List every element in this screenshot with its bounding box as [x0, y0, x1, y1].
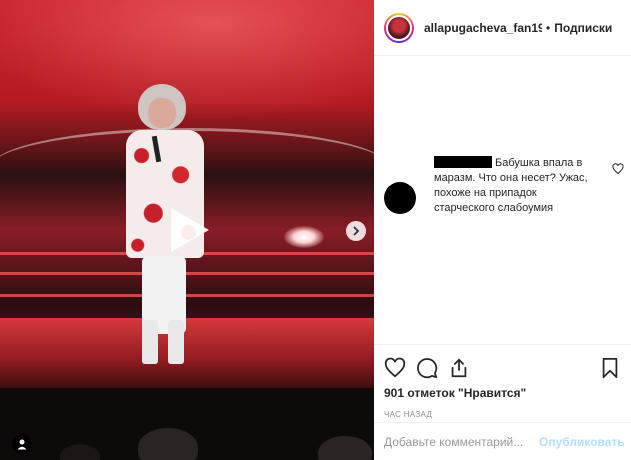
avatar[interactable]	[384, 12, 414, 43]
user-tag-icon[interactable]	[12, 434, 32, 454]
post-panel: allapugacheva_fan194 • Подписки Бабушка …	[374, 0, 631, 460]
comment-icon[interactable]	[416, 357, 438, 379]
post-header: allapugacheva_fan194 • Подписки	[374, 0, 631, 56]
play-icon[interactable]	[163, 204, 213, 256]
username-link[interactable]: allapugacheva_fan194	[424, 21, 542, 35]
following-button[interactable]: Подписки	[554, 21, 612, 35]
audience-head	[318, 436, 372, 460]
share-icon[interactable]	[448, 357, 470, 379]
redacted-username	[434, 156, 492, 168]
post-actions: 901 отметок "Нравится" час назад	[374, 344, 631, 419]
add-comment-bar: Опубликовать	[374, 422, 631, 460]
stage-light	[284, 226, 324, 248]
heart-icon[interactable]	[384, 357, 406, 379]
likes-count[interactable]: 901 отметок "Нравится"	[384, 386, 621, 400]
performer-boot	[142, 320, 158, 364]
heart-icon[interactable]	[612, 162, 624, 175]
audience-head	[60, 444, 100, 460]
post-media[interactable]	[0, 0, 374, 460]
audience-head	[138, 428, 198, 460]
comment-body: Бабушка впала в маразм. Что она несет? У…	[434, 156, 600, 216]
publish-button[interactable]: Опубликовать	[539, 435, 625, 449]
chevron-right-icon[interactable]	[346, 221, 366, 241]
commenter-avatar[interactable]	[384, 182, 416, 214]
performer-face	[148, 98, 176, 128]
action-icons	[384, 355, 621, 381]
comment-input[interactable]	[384, 434, 539, 449]
post-timestamp[interactable]: час назад	[384, 410, 621, 419]
separator-dot: •	[546, 20, 551, 35]
bookmark-icon[interactable]	[599, 357, 621, 379]
audience	[0, 388, 374, 460]
performer-boot	[168, 320, 184, 364]
